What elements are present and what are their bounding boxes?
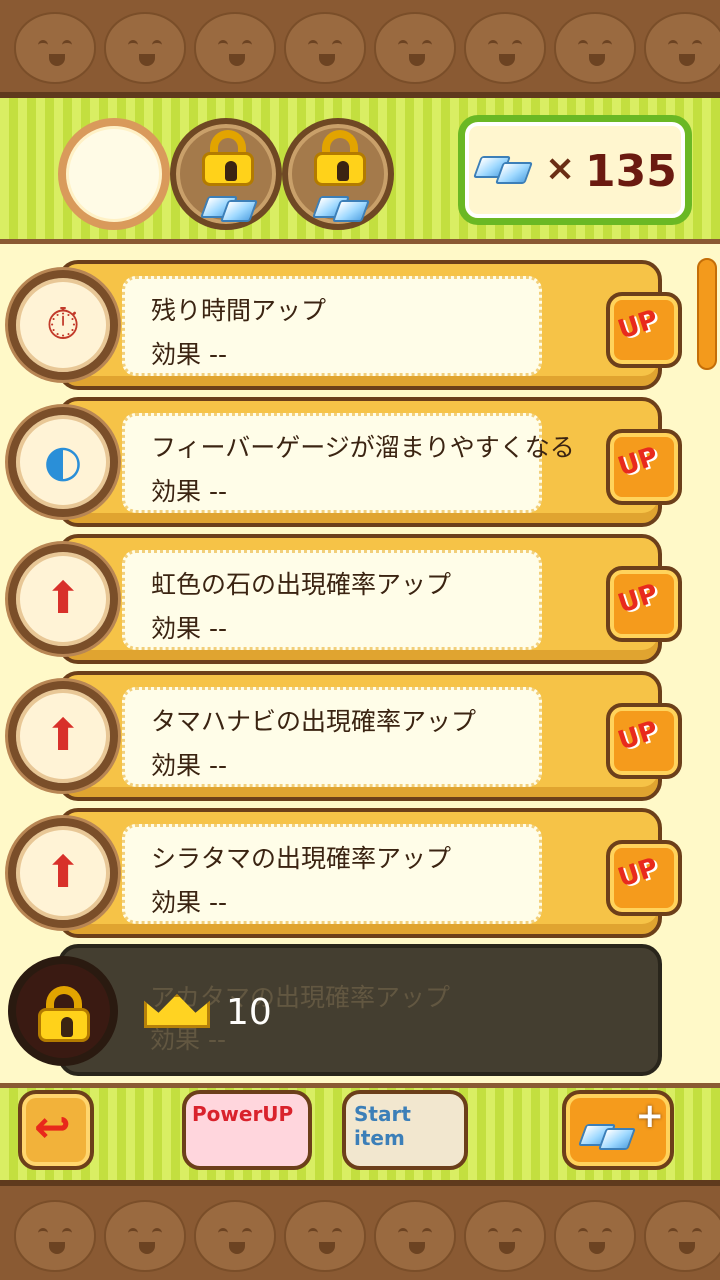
upgrade-card-rainbow-stone: 虹色の石の出現確率アップ 効果 -- UP (58, 534, 682, 664)
start-item-label: Start item (354, 1102, 411, 1150)
upgrade-up-button[interactable]: UP (606, 292, 682, 368)
face-pattern (644, 1200, 720, 1272)
upgrade-title: フィーバーゲージが溜まりやすくなる (151, 433, 575, 462)
stopwatch-plus-icon: ⏱ (8, 270, 118, 380)
lock-icon (314, 130, 366, 186)
upgrade-card-time: 残り時間アップ 効果 -- UP (58, 260, 682, 390)
upgrade-up-button[interactable]: UP (606, 703, 682, 779)
face-pattern (284, 12, 366, 84)
upgrade-text-box: シラタマの出現確率アップ 効果 -- (122, 824, 542, 924)
upgrade-text-box: 残り時間アップ 効果 -- (122, 276, 542, 376)
equip-slot-2-locked[interactable] (170, 118, 282, 230)
face-pattern (554, 1200, 636, 1272)
lock-icon (202, 130, 254, 186)
upgrade-title: タマハナビの出現確率アップ (151, 707, 477, 736)
power-up-button[interactable]: PowerUP (182, 1090, 312, 1170)
upgrade-title: シラタマの出現確率アップ (151, 844, 452, 873)
face-pattern (14, 1200, 96, 1272)
fever-gauge-plus-icon: ◐ (8, 407, 118, 517)
upgrade-up-button[interactable]: UP (606, 566, 682, 642)
upgrade-text-box: フィーバーゲージが溜まりやすくなる 効果 -- (122, 413, 575, 513)
up-label: UP (614, 441, 662, 483)
bottom-pattern-band (0, 1180, 720, 1280)
upgrade-effect: 効果 -- (151, 477, 227, 506)
face-pattern (284, 1200, 366, 1272)
rainbow-stone-up-icon: ⬆ (8, 544, 118, 654)
upgrade-effect: 効果 -- (151, 340, 227, 369)
upgrade-up-button[interactable]: UP (606, 840, 682, 916)
diamond-shop-button[interactable]: + (562, 1090, 674, 1170)
back-button[interactable]: ↩ (18, 1090, 94, 1170)
upgrade-card-tamahanabi: タマハナビの出現確率アップ 効果 -- UP (58, 671, 682, 801)
lock-icon (38, 986, 90, 1042)
up-label: UP (614, 304, 662, 346)
equip-slot-3-locked[interactable] (282, 118, 394, 230)
shiratama-up-icon: ⬆ (8, 818, 118, 928)
face-pattern (464, 1200, 546, 1272)
top-pattern-band (0, 0, 720, 98)
face-pattern (374, 12, 456, 84)
equip-slot-1[interactable] (58, 118, 170, 230)
upgrade-title: アカタマの出現確率アップ (150, 983, 451, 1012)
upgrade-card-akatama-locked[interactable]: アカタマの出現確率アップ 効果 -- 10 (58, 944, 662, 1076)
face-pattern (104, 1200, 186, 1272)
face-pattern (464, 12, 546, 84)
back-arrow-icon: ↩ (34, 1102, 71, 1153)
face-pattern (374, 1200, 456, 1272)
face-pattern (194, 1200, 276, 1272)
upgrade-effect: 効果 -- (151, 614, 227, 643)
upgrade-title: 残り時間アップ (151, 296, 327, 325)
akatama-up-icon (8, 956, 118, 1066)
face-pattern (644, 12, 720, 84)
list-scrollbar[interactable] (697, 258, 717, 370)
diamond-counter: × 135 (458, 115, 692, 225)
start-item-button[interactable]: Start item (342, 1090, 468, 1170)
up-label: UP (614, 852, 662, 894)
diamond-count: 135 (585, 146, 677, 197)
up-label: UP (614, 715, 662, 757)
plus-icon: + (635, 1096, 665, 1136)
diamond-icon (472, 150, 534, 186)
face-pattern (194, 12, 276, 84)
upgrade-up-button[interactable]: UP (606, 429, 682, 505)
up-label: UP (614, 578, 662, 620)
tamahanabi-up-icon: ⬆ (8, 681, 118, 791)
power-up-label: PowerUP (192, 1102, 294, 1126)
face-pattern (104, 12, 186, 84)
upgrade-effect: 効果 -- (151, 888, 227, 917)
upgrade-text-box: 虹色の石の出現確率アップ 効果 -- (122, 550, 542, 650)
face-pattern (14, 12, 96, 84)
times-sign: × (545, 148, 576, 189)
upgrade-title: 虹色の石の出現確率アップ (151, 570, 452, 599)
upgrade-list[interactable]: 残り時間アップ 効果 -- UP ⏱ フィーバーゲージが溜まりやすくなる 効果 … (0, 250, 720, 1080)
upgrade-card-shiratama: シラタマの出現確率アップ 効果 -- UP (58, 808, 682, 938)
face-pattern (554, 12, 636, 84)
diamond-icon (577, 1118, 637, 1154)
upgrade-text-box: タマハナビの出現確率アップ 効果 -- (122, 687, 542, 787)
upgrade-effect: 効果 -- (151, 751, 227, 780)
required-crowns: 10 (226, 992, 272, 1033)
upgrade-card-fever: フィーバーゲージが溜まりやすくなる 効果 -- UP (58, 397, 682, 527)
